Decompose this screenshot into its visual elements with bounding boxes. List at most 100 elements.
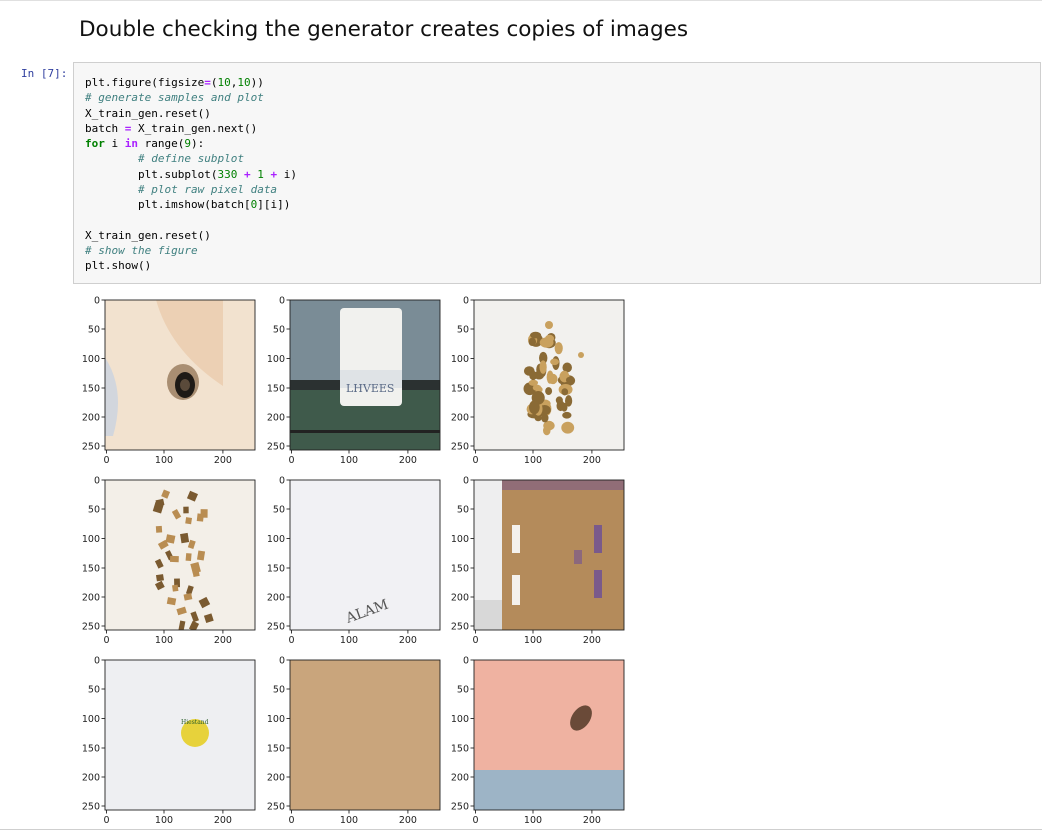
y-tick-label: 100 [451,354,469,365]
output-area: 0 50 100 150 200 250 0 100 200 LHVEES 0 50 100 150 200… [73,286,1041,829]
image-region [512,525,520,553]
y-tick-label: 200 [267,772,285,783]
y-tick-label: 100 [82,534,100,545]
x-tick-label: 100 [155,635,173,646]
image-blob [155,574,164,582]
code-token: for [85,137,105,150]
x-tick-label: 0 [472,455,478,466]
image-blob [155,525,163,533]
y-tick-label: 250 [451,621,469,632]
image-blob [561,388,569,396]
y-tick-label: 200 [82,412,100,423]
image-blob [185,553,192,562]
x-tick-label: 200 [583,815,601,826]
x-tick-label: 100 [340,455,358,466]
y-tick-label: 200 [451,772,469,783]
image-region [474,600,502,630]
subplot-6: 0501001502002500 100 200 [451,475,625,646]
code-token: ): [190,137,205,150]
y-tick-label: 150 [267,383,285,394]
code-token: X_train_gen.reset() [85,228,211,242]
x-tick-label: 100 [524,455,542,466]
image-blob [541,413,549,423]
subplot-4: 0501001502002500 100 200 [82,475,256,646]
y-tick-label: 250 [451,441,469,452]
y-tick-label: 0 [279,295,285,306]
image-blob [534,414,542,422]
top-border [0,0,1042,1]
code-token: batch [85,121,125,135]
y-tick-label: 100 [451,714,469,725]
image-blob [529,400,540,415]
code-line: # generate samples and plot [85,90,297,105]
code-token: 9 [184,137,191,150]
y-tick-label: 50 [88,684,100,695]
image-blob [165,534,176,544]
code-token: in [124,137,138,150]
image-blob [185,517,193,525]
y-tick-label: 100 [267,714,285,725]
image-blob [180,379,190,391]
image-blob [562,411,572,419]
code-token: plt.imshow(batch[ [85,198,251,211]
image-blob [566,377,572,383]
image-blob [545,334,555,343]
y-tick-label: 150 [267,743,285,754]
code-token: # show the figure [85,243,198,257]
image-label-text: Hiestand [181,719,209,726]
image-label-text: LHVEES [346,382,394,395]
code-token: plt.show() [85,259,152,272]
code-token: 330 [217,167,238,181]
x-tick-label: 200 [399,635,417,646]
y-tick-label: 0 [463,475,469,486]
y-tick-label: 150 [267,563,285,574]
image-blob [554,342,563,355]
x-tick-label: 0 [103,455,109,466]
x-tick-label: 200 [214,635,232,646]
code-token: plt.subplot( [85,167,218,181]
y-tick-label: 0 [279,655,285,666]
x-tick-label: 200 [399,815,417,826]
image-blob [539,360,547,374]
image-region [502,480,624,490]
code-token: # generate samples and plot [85,91,264,105]
y-tick-label: 0 [279,475,285,486]
y-tick-label: 50 [273,504,285,515]
code-cell[interactable]: plt.figure(figsize=(10,10)) # generate sa… [73,62,1041,284]
subplot-3: 0501001502002500 100 200 [451,295,625,466]
image-blob [556,400,565,412]
code-token: )) [250,76,264,89]
y-tick-label: 150 [451,563,469,574]
image-blob [529,370,538,381]
y-tick-label: 200 [267,412,285,423]
y-tick-label: 200 [451,592,469,603]
x-tick-label: 100 [155,455,173,466]
code-token: plt.figure(figsize [85,76,205,89]
code-token: # define subplot [137,152,244,166]
y-tick-label: 150 [82,563,100,574]
image-blob [546,370,554,384]
code-line: plt.subplot(330 + 1 + i) [85,167,297,182]
y-tick-label: 0 [94,475,100,486]
code-token: 1 [257,167,264,181]
x-tick-label: 0 [472,815,478,826]
code-token: X_train_gen.next() [131,121,258,135]
y-tick-label: 100 [267,534,285,545]
code-line: plt.figure(figsize=(10,10)) [85,75,297,90]
x-tick-label: 200 [583,635,601,646]
image-grid-figure: 0501001502002500 100 200LHVEES050100150200… [82,295,625,826]
y-tick-label: 250 [267,621,285,632]
y-tick-label: 150 [82,383,100,394]
bottom-border [0,829,1042,830]
image-blob [180,532,190,544]
code-line: for i in range(9): [85,136,297,151]
code-token: + [237,167,258,181]
y-tick-label: 50 [273,324,285,335]
image-blob [196,513,204,522]
y-tick-label: 50 [457,504,469,515]
code-editor[interactable]: plt.figure(figsize=(10,10)) # generate sa… [85,75,297,273]
image-blob [550,358,560,366]
x-tick-label: 100 [340,635,358,646]
image-region [290,430,440,433]
image-region [502,480,624,630]
